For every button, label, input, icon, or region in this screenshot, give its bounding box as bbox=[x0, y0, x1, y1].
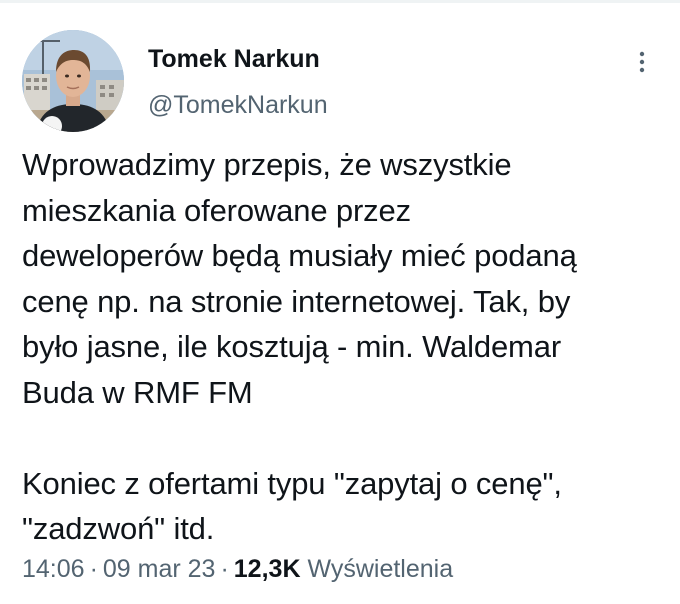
tweet-date[interactable]: 09 mar 23 bbox=[103, 555, 216, 583]
views-count: 12,3K bbox=[233, 555, 301, 583]
author-info: Tomek Narkun @TomekNarkun bbox=[148, 43, 328, 121]
tweet-time[interactable]: 14:06 bbox=[22, 555, 85, 583]
avatar-photo bbox=[22, 30, 124, 132]
tweet: Tomek Narkun @TomekNarkun Wprowadzimy pr… bbox=[0, 0, 680, 604]
more-options-button[interactable] bbox=[622, 44, 662, 80]
meta-separator: · bbox=[89, 555, 98, 583]
author-handle[interactable]: @TomekNarkun bbox=[148, 89, 328, 121]
tweet-meta: 14:06 · 09 mar 23 · 12,3K Wyświetlenia bbox=[22, 552, 453, 586]
avatar[interactable] bbox=[22, 30, 124, 132]
author-display-name[interactable]: Tomek Narkun bbox=[148, 43, 328, 75]
tweet-text: Wprowadzimy przepis, że wszystkie mieszk… bbox=[22, 147, 577, 546]
more-vertical-icon bbox=[639, 51, 645, 73]
meta-separator: · bbox=[220, 555, 229, 583]
views-label: Wyświetlenia bbox=[307, 555, 454, 583]
